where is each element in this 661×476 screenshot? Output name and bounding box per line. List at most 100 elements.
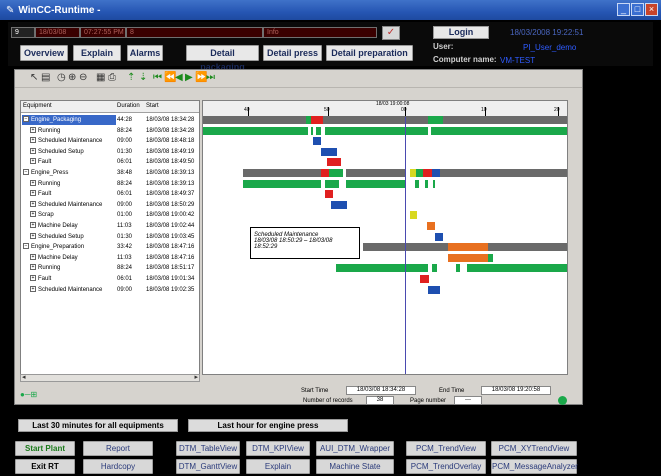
pcm-trendoverlay-button[interactable]: PCM_TrendOverlay <box>406 459 486 474</box>
table-row[interactable]: + Scheduled Maintenance 09:00 18/03/08 18:4… <box>21 136 199 146</box>
nav-overview-button[interactable]: Overview <box>20 45 68 61</box>
zoom-in-icon[interactable]: ⊕ <box>68 73 76 83</box>
table-row[interactable]: + Fault 06:01 18/03/08 18:49:37 <box>21 189 199 199</box>
expand-icon[interactable]: + <box>30 285 36 292</box>
table-row[interactable]: − Engine_Packaging 44:28 18/03/08 18:34:28 <box>21 115 199 125</box>
zoom-out-icon[interactable]: ⊖ <box>79 73 87 83</box>
nav-explain-button[interactable]: Explain <box>73 45 121 61</box>
expand-icon[interactable]: + <box>30 232 36 239</box>
gantt-bar-fault[interactable] <box>321 169 329 177</box>
nav-detail-press-button[interactable]: Detail press <box>263 45 322 61</box>
table-scrollbar[interactable]: ◂ ▸ <box>20 374 200 382</box>
gantt-bar-maintenance[interactable] <box>435 232 443 241</box>
last-icon[interactable]: ⏭ <box>206 73 215 83</box>
last-hour-engine-press-button[interactable]: Last hour for engine press <box>188 419 348 432</box>
dtm-tableview-button[interactable]: DTM_TableView <box>176 441 240 456</box>
gantt-bar-running[interactable] <box>432 264 437 273</box>
sort-down-icon[interactable]: ⇣ <box>139 73 147 83</box>
nav-detail-packaging-button[interactable]: Detail packaging <box>186 45 259 72</box>
gantt-bar-running[interactable] <box>346 179 406 188</box>
explain-button[interactable]: Explain <box>246 459 310 474</box>
acknowledge-button[interactable]: ✓ <box>382 26 400 40</box>
machine-state-button[interactable]: Machine State <box>316 459 394 474</box>
first-icon[interactable]: ⏮ <box>153 73 162 83</box>
gantt-bar-maintenance[interactable] <box>432 169 440 177</box>
hardcopy-button[interactable]: Hardcopy <box>83 459 153 474</box>
select-icon[interactable]: ↖ <box>30 73 38 83</box>
gantt-bar-summary[interactable] <box>346 169 406 177</box>
gantt-bar-summary[interactable] <box>443 116 567 124</box>
table-row[interactable]: + Scheduled Maintenance 09:00 18/03/08 18:5… <box>21 200 199 210</box>
gantt-bar-maintenance[interactable] <box>428 285 440 294</box>
collapse-icon[interactable]: − <box>23 243 29 250</box>
gantt-bar-running[interactable] <box>329 169 343 177</box>
expand-icon[interactable]: + <box>30 222 36 228</box>
gantt-bar-running[interactable] <box>316 126 321 135</box>
gantt-bar-running[interactable] <box>203 126 308 135</box>
gantt-bar-summary[interactable] <box>440 169 567 177</box>
gantt-bar-fault[interactable] <box>423 169 432 177</box>
expand-icon[interactable]: + <box>30 137 36 144</box>
config-icon[interactable]: ▤ <box>41 73 50 83</box>
expand-icon[interactable]: + <box>30 200 36 207</box>
table-row[interactable]: + Running 88:24 18/03/08 18:51:17 <box>21 263 199 273</box>
maximize-button[interactable]: □ <box>631 3 644 16</box>
gantt-bar-summary[interactable] <box>323 116 428 124</box>
login-button[interactable]: Login <box>433 26 489 39</box>
table-row[interactable]: + Scheduled Setup 01:30 18/03/08 18:49:19 <box>21 147 199 157</box>
expand-icon[interactable]: + <box>30 147 36 154</box>
gantt-bar-fault[interactable] <box>325 190 333 199</box>
expand-icon[interactable]: + <box>30 158 36 165</box>
gantt-bar-running[interactable] <box>425 179 428 188</box>
expand-icon[interactable]: + <box>30 253 36 260</box>
gantt-bar-delay[interactable] <box>448 243 488 252</box>
table-row[interactable]: + Scheduled Maintenance 09:00 18/03/08 19:0… <box>21 285 199 295</box>
table-row[interactable]: + Machine Delay 11:03 18/03/08 19:02:44 <box>21 221 199 231</box>
column-start[interactable]: Start <box>146 103 159 109</box>
expand-icon[interactable]: + <box>30 264 36 271</box>
sort-up-icon[interactable]: ⇡ <box>127 73 135 83</box>
exit-rt-button[interactable]: Exit RT <box>15 459 75 474</box>
nav-detail-preparation-button[interactable]: Detail preparation <box>326 45 413 61</box>
table-row[interactable]: + Fault 06:01 18/03/08 18:49:50 <box>21 157 199 167</box>
gantt-bar-running[interactable] <box>325 126 428 135</box>
dtm-kpiview-button[interactable]: DTM_KPIView <box>246 441 310 456</box>
gantt-bar-running[interactable] <box>467 264 567 273</box>
minimize-button[interactable]: _ <box>617 3 630 16</box>
gantt-bar-summary[interactable] <box>203 116 306 124</box>
column-duration[interactable]: Duration <box>117 103 140 109</box>
expand-icon[interactable]: + <box>30 179 36 186</box>
gantt-bar-maintenance[interactable] <box>321 147 337 156</box>
table-row[interactable]: − Engine_Preparation 33:42 18/03/08 18:47:1… <box>21 242 199 252</box>
gantt-bar-fault[interactable] <box>420 275 429 283</box>
gantt-bar-running[interactable] <box>415 179 419 188</box>
table-row[interactable]: + Running 88:24 18/03/08 18:39:13 <box>21 179 199 189</box>
clock-icon[interactable]: ◷ <box>57 73 66 83</box>
gantt-bar-scrap[interactable] <box>410 211 417 220</box>
dtm-ganttview-button[interactable]: DTM_GanttView <box>176 459 240 474</box>
gantt-bar-running[interactable] <box>311 126 313 135</box>
gantt-bar-running[interactable] <box>416 169 423 177</box>
gantt-bar-running[interactable] <box>488 253 493 262</box>
gantt-bar-running[interactable] <box>428 116 443 124</box>
table-row[interactable]: + Scheduled Setup 01:30 18/03/08 19:03:45 <box>21 232 199 242</box>
gantt-bar-running[interactable] <box>433 179 435 188</box>
print-icon[interactable]: ⎙ <box>108 73 116 83</box>
gantt-bar-running[interactable] <box>336 264 428 273</box>
nav-alarms-button[interactable]: Alarms <box>127 45 163 61</box>
table-row[interactable]: − Engine_Press 38:48 18/03/08 18:39:13 <box>21 168 199 178</box>
table-icon[interactable]: ▦ <box>96 73 105 83</box>
column-equipment[interactable]: Equipment <box>23 103 52 109</box>
last-30-minutes-button[interactable]: Last 30 minutes for all equipments <box>18 419 178 432</box>
back-icon[interactable]: ◀ <box>175 73 183 83</box>
gantt-bar-running[interactable] <box>243 179 321 188</box>
expand-icon[interactable]: + <box>30 275 36 281</box>
gantt-bar-delay[interactable] <box>427 222 435 230</box>
table-row[interactable]: + Machine Delay 11:03 18/03/08 18:47:16 <box>21 253 199 263</box>
gantt-bar-running[interactable] <box>456 264 460 273</box>
expand-icon[interactable]: + <box>30 190 36 197</box>
report-button[interactable]: Report <box>83 441 153 456</box>
table-row[interactable]: + Running 88:24 18/03/08 18:34:28 <box>21 126 199 136</box>
aui-dtm-wrapper-button[interactable]: AUI_DTM_Wrapper <box>316 441 394 456</box>
gantt-bar-summary[interactable] <box>243 169 321 177</box>
